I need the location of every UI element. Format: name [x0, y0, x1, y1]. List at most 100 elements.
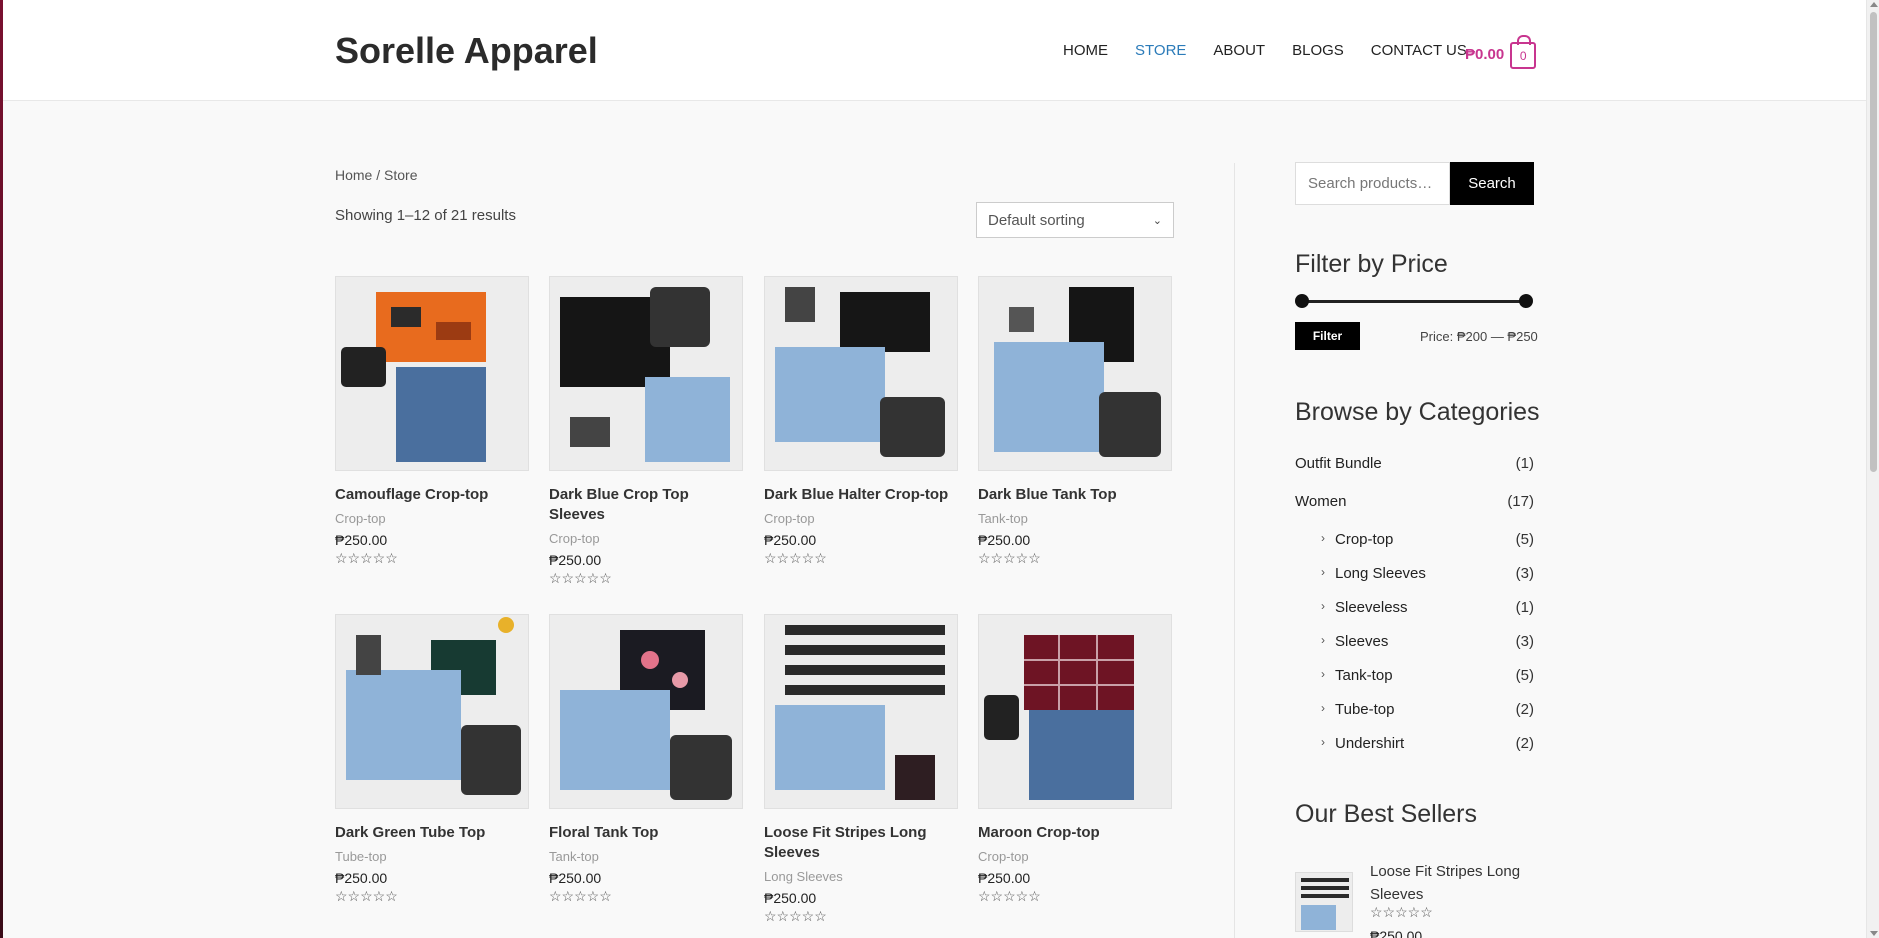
- nav-blogs[interactable]: BLOGS: [1292, 42, 1344, 59]
- product-image[interactable]: [335, 276, 529, 471]
- product-search-input[interactable]: Search products…: [1295, 162, 1450, 205]
- category-label[interactable]: Outfit Bundle: [1295, 455, 1382, 472]
- cart-link[interactable]: ₱0.00 0: [1465, 35, 1537, 69]
- product-image[interactable]: [335, 614, 529, 809]
- category-list: Outfit Bundle (1) Women (17) › Crop-top …: [1295, 455, 1534, 769]
- product-card[interactable]: Loose Fit Stripes Long Sleeves Long Slee…: [764, 614, 958, 925]
- product-price: ₱250.00: [549, 870, 602, 886]
- product-price: ₱250.00: [764, 890, 817, 906]
- nav-contact[interactable]: CONTACT US: [1371, 42, 1467, 59]
- product-price: ₱250.00: [335, 870, 388, 886]
- category-label[interactable]: Undershirt: [1335, 735, 1404, 752]
- page-scrollbar[interactable]: [1866, 0, 1879, 938]
- category-item[interactable]: › Long Sleeves (3): [1295, 565, 1534, 599]
- scroll-down-icon[interactable]: [1870, 931, 1878, 936]
- category-label[interactable]: Tank-top: [1335, 667, 1393, 684]
- product-price: ₱250.00: [764, 532, 817, 548]
- chevron-right-icon: ›: [1321, 565, 1325, 579]
- window-edge: [0, 0, 3, 938]
- product-card[interactable]: Maroon Crop-top Crop-top ₱250.00 ☆☆☆☆☆: [978, 614, 1172, 905]
- price-slider-max-handle[interactable]: [1519, 294, 1533, 308]
- sorting-select[interactable]: Default sorting ⌄: [976, 202, 1174, 238]
- product-image[interactable]: [764, 276, 958, 471]
- category-label[interactable]: Crop-top: [1335, 531, 1393, 548]
- result-count: Showing 1–12 of 21 results: [335, 207, 516, 224]
- product-category[interactable]: Crop-top: [335, 511, 529, 526]
- category-item[interactable]: › Sleeves (3): [1295, 633, 1534, 667]
- category-item[interactable]: › Undershirt (2): [1295, 735, 1534, 769]
- rating-stars-icon: ☆☆☆☆☆: [1370, 904, 1433, 920]
- product-category[interactable]: Tube-top: [335, 849, 529, 864]
- site-header: Sorelle Apparel HOME STORE ABOUT BLOGS C…: [3, 0, 1866, 101]
- product-image[interactable]: [978, 276, 1172, 471]
- product-price: ₱250.00: [549, 552, 602, 568]
- category-label[interactable]: Sleeves: [1335, 633, 1388, 650]
- category-label[interactable]: Sleeveless: [1335, 599, 1408, 616]
- category-item[interactable]: Women (17): [1295, 493, 1534, 531]
- rating-stars-icon: ☆☆☆☆☆: [335, 550, 398, 566]
- product-category[interactable]: Long Sleeves: [764, 869, 958, 884]
- category-label[interactable]: Women: [1295, 493, 1346, 510]
- breadcrumb[interactable]: Home / Store: [335, 167, 417, 183]
- product-category[interactable]: Crop-top: [978, 849, 1172, 864]
- best-seller-name[interactable]: Loose Fit Stripes Long Sleeves: [1370, 860, 1535, 906]
- cart-count: 0: [1519, 48, 1527, 63]
- chevron-down-icon: ⌄: [1152, 214, 1162, 227]
- site-title[interactable]: Sorelle Apparel: [335, 30, 598, 72]
- main-nav: HOME STORE ABOUT BLOGS CONTACT US: [1063, 42, 1494, 59]
- product-price: ₱250.00: [978, 532, 1031, 548]
- rating-stars-icon: ☆☆☆☆☆: [764, 908, 827, 924]
- nav-about[interactable]: ABOUT: [1213, 42, 1265, 59]
- product-name[interactable]: Dark Blue Tank Top: [978, 485, 1172, 505]
- product-card[interactable]: Camouflage Crop-top Crop-top ₱250.00 ☆☆☆…: [335, 276, 529, 567]
- search-button[interactable]: Search: [1450, 162, 1534, 205]
- product-name[interactable]: Dark Blue Crop Top Sleeves: [549, 485, 743, 525]
- rating-stars-icon: ☆☆☆☆☆: [335, 888, 398, 904]
- best-seller-image[interactable]: [1295, 872, 1353, 932]
- category-count: (17): [1507, 493, 1534, 510]
- sorting-selected: Default sorting: [988, 211, 1085, 229]
- category-item[interactable]: › Sleeveless (1): [1295, 599, 1534, 633]
- scrollbar-thumb[interactable]: [1870, 12, 1877, 472]
- category-count: (2): [1515, 701, 1534, 718]
- product-image[interactable]: [549, 276, 743, 471]
- product-card[interactable]: Dark Green Tube Top Tube-top ₱250.00 ☆☆☆…: [335, 614, 529, 905]
- product-category[interactable]: Tank-top: [549, 849, 743, 864]
- category-item[interactable]: › Crop-top (5): [1295, 531, 1534, 565]
- product-category[interactable]: Crop-top: [764, 511, 958, 526]
- product-name[interactable]: Loose Fit Stripes Long Sleeves: [764, 823, 958, 863]
- product-price: ₱250.00: [978, 870, 1031, 886]
- product-name[interactable]: Maroon Crop-top: [978, 823, 1172, 843]
- product-card[interactable]: Floral Tank Top Tank-top ₱250.00 ☆☆☆☆☆: [549, 614, 743, 905]
- category-count: (1): [1515, 455, 1534, 472]
- nav-home[interactable]: HOME: [1063, 42, 1108, 59]
- category-count: (5): [1515, 531, 1534, 548]
- chevron-right-icon: ›: [1321, 633, 1325, 647]
- price-slider-track[interactable]: [1302, 300, 1527, 303]
- best-seller-price: ₱250.00: [1370, 928, 1423, 938]
- product-category[interactable]: Tank-top: [978, 511, 1172, 526]
- product-card[interactable]: Dark Blue Tank Top Tank-top ₱250.00 ☆☆☆☆…: [978, 276, 1172, 567]
- nav-store[interactable]: STORE: [1135, 42, 1186, 59]
- category-item[interactable]: Outfit Bundle (1): [1295, 455, 1534, 493]
- category-label[interactable]: Tube-top: [1335, 701, 1394, 718]
- product-name[interactable]: Camouflage Crop-top: [335, 485, 529, 505]
- filter-title: Filter by Price: [1295, 250, 1448, 278]
- category-label[interactable]: Long Sleeves: [1335, 565, 1426, 582]
- price-slider-min-handle[interactable]: [1295, 294, 1309, 308]
- product-name[interactable]: Floral Tank Top: [549, 823, 743, 843]
- product-category[interactable]: Crop-top: [549, 531, 743, 546]
- category-item[interactable]: › Tank-top (5): [1295, 667, 1534, 701]
- category-item[interactable]: › Tube-top (2): [1295, 701, 1534, 735]
- filter-button[interactable]: Filter: [1295, 322, 1360, 350]
- product-image[interactable]: [764, 614, 958, 809]
- rating-stars-icon: ☆☆☆☆☆: [978, 888, 1041, 904]
- product-name[interactable]: Dark Blue Halter Crop-top: [764, 485, 958, 505]
- category-count: (2): [1515, 735, 1534, 752]
- product-name[interactable]: Dark Green Tube Top: [335, 823, 529, 843]
- product-image[interactable]: [978, 614, 1172, 809]
- product-image[interactable]: [549, 614, 743, 809]
- scroll-up-icon[interactable]: [1870, 2, 1878, 7]
- product-card[interactable]: Dark Blue Crop Top Sleeves Crop-top ₱250…: [549, 276, 743, 587]
- product-card[interactable]: Dark Blue Halter Crop-top Crop-top ₱250.…: [764, 276, 958, 567]
